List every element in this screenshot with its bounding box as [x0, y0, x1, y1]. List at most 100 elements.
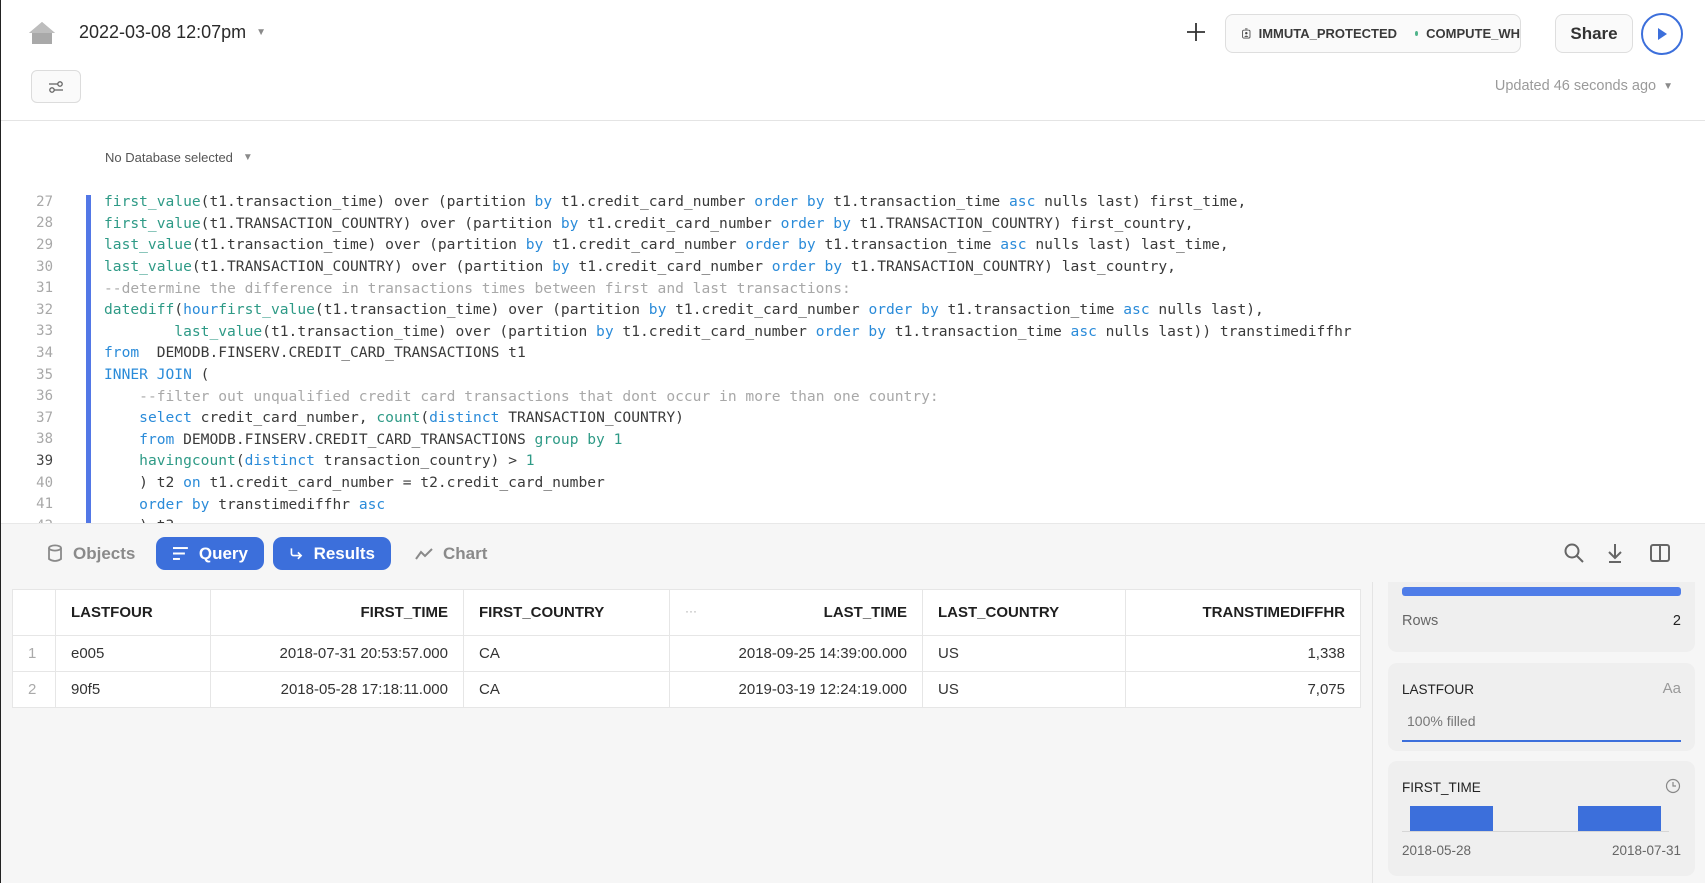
sql-text: ( [420, 409, 430, 427]
sql-text: ( [174, 301, 184, 319]
cell-last-country[interactable]: US [922, 671, 1126, 708]
column-header-last-time[interactable]: ··· LAST_TIME [669, 589, 923, 636]
tab-chart[interactable]: Chart [399, 537, 503, 570]
sql-function: group by 1 [534, 430, 623, 448]
cell-last-country[interactable]: US [922, 635, 1126, 672]
chevron-down-icon: ▼ [242, 152, 253, 163]
column-stats-first-time[interactable]: FIRST_TIME 2018-05-28 2018-07-31 [1388, 761, 1695, 876]
cell-first-time[interactable]: 2018-05-28 17:18:11.000 [210, 671, 464, 708]
home-icon[interactable] [27, 20, 57, 46]
tab-results[interactable]: Results [273, 537, 391, 570]
sql-keyword: by [560, 214, 579, 232]
code-text: last_value(t1.TRANSACTION_COUNTRY) over … [104, 258, 1176, 275]
histogram-max-label: 2018-07-31 [1611, 843, 1681, 858]
tab-objects[interactable]: Objects [31, 537, 151, 570]
cell-first-country[interactable]: CA [463, 635, 670, 672]
share-button[interactable]: Share [1555, 14, 1633, 53]
split-panel-icon [1650, 544, 1670, 562]
code-line[interactable]: 30 last_value(t1.TRANSACTION_COUNTRY) ove… [1, 256, 1176, 278]
column-header-first-country[interactable]: FIRST_COUNTRY [463, 589, 670, 636]
code-text: ) t2 on t1.credit_card_number = t2.credi… [104, 474, 605, 491]
database-icon [48, 544, 62, 562]
download-button[interactable] [1603, 541, 1627, 565]
code-line[interactable]: 42 ) t3 [1, 515, 174, 523]
sql-text: t1.TRANSACTION_COUNTRY) last_country, [842, 258, 1176, 276]
rows-label: Rows [1402, 613, 1439, 629]
sql-text: credit_card_number, [191, 409, 377, 427]
tab-chart-label: Chart [443, 543, 488, 563]
sql-text: t1.credit_card_number [578, 214, 781, 232]
sql-text: transaction_country) > [314, 452, 526, 470]
code-line[interactable]: 38 from DEMODB.FINSERV.CREDIT_CARD_TRANS… [1, 429, 622, 451]
sql-function: last_value [104, 236, 192, 254]
code-text: INNER JOIN ( [104, 366, 209, 383]
cell-first-time[interactable]: 2018-07-31 20:53:57.000 [210, 635, 464, 672]
code-line[interactable]: 41 order by transtimediffhr asc [1, 493, 385, 515]
code-line[interactable]: 37 select credit_card_number, count(dist… [1, 407, 684, 429]
column-header-transtimediffhr[interactable]: TRANSTIMEDIFFHR [1125, 589, 1361, 636]
code-line[interactable]: 39 havingcount(distinct transaction_coun… [1, 450, 534, 472]
column-header-lastfour[interactable]: LASTFOUR [55, 589, 211, 636]
sql-text: t1.credit_card_number [613, 322, 816, 340]
column-stats-lastfour[interactable]: LASTFOUR Aa 100% filled [1388, 663, 1695, 751]
run-button[interactable] [1641, 13, 1683, 55]
database-selector[interactable]: No Database selected ▼ [105, 150, 253, 165]
role-name: IMMUTA_PROTECTED [1258, 26, 1398, 41]
cell-first-country[interactable]: CA [463, 671, 670, 708]
sql-keyword: select [139, 409, 192, 427]
line-number: 30 [36, 258, 53, 275]
code-line[interactable]: 40 ) t2 on t1.credit_card_number = t2.cr… [1, 472, 605, 494]
cell-transtimediffhr[interactable]: 7,075 [1125, 671, 1361, 708]
code-line[interactable]: 35 INNER JOIN ( [1, 364, 209, 386]
sql-keyword: order by [771, 258, 843, 276]
sql-function: first_value [218, 301, 315, 319]
sql-text: (t1.transaction_time) over (partition [314, 301, 649, 319]
code-line[interactable]: 27 first_value(t1.transaction_time) over … [1, 191, 1246, 213]
sql-editor[interactable]: 27 first_value(t1.transaction_time) over … [1, 191, 1705, 523]
tab-results-label: Results [313, 543, 375, 563]
filter-settings-icon [49, 80, 63, 93]
worksheet-title[interactable]: 2022-03-08 12:07pm ▼ [79, 22, 266, 43]
tab-query[interactable]: Query [156, 537, 264, 570]
sql-keyword: by [552, 258, 570, 276]
chevron-down-icon: ▼ [1663, 80, 1673, 92]
code-line[interactable]: 34 from DEMODB.FINSERV.CREDIT_CARD_TRANSA… [1, 342, 526, 364]
sql-text: ) t2 [104, 474, 184, 492]
code-line[interactable]: 32 datediff(hourfirst_value(t1.transactio… [1, 299, 1264, 321]
sql-keyword: order by [745, 236, 816, 254]
cell-lastfour[interactable]: e005 [55, 635, 211, 672]
sql-text: nulls last) first_time, [1035, 193, 1247, 211]
role-warehouse-selector[interactable]: IMMUTA_PROTECTED COMPUTE_WH [1225, 14, 1521, 53]
table-row[interactable]: 1 e005 2018-07-31 20:53:57.000 CA 2018-09-25… [12, 635, 1361, 672]
code-line[interactable]: 36 --filter out unqualified credit card … [1, 385, 939, 407]
column-header-last-country[interactable]: LAST_COUNTRY [922, 589, 1126, 636]
search-results-button[interactable] [1562, 541, 1586, 565]
cell-last-time[interactable]: 2018-09-25 14:39:00.000 [669, 635, 923, 672]
toggle-stats-panel-button[interactable] [1648, 541, 1672, 565]
cell-last-time[interactable]: 2019-03-19 12:24:19.000 [669, 671, 923, 708]
sql-text: t1.credit_card_number [666, 301, 869, 319]
add-button[interactable] [1181, 17, 1211, 47]
column-menu-icon[interactable]: ··· [685, 604, 697, 618]
cell-transtimediffhr[interactable]: 1,338 [1125, 635, 1361, 672]
sql-keyword: by [534, 193, 553, 211]
code-text: --filter out unqualified credit card tra… [104, 388, 939, 405]
filter-settings-button[interactable] [31, 70, 81, 103]
code-line[interactable]: 29 last_value(t1.transaction_time) over (… [1, 234, 1229, 256]
column-header-last-time-label: LAST_TIME [823, 604, 907, 621]
table-row[interactable]: 2 90f5 2018-05-28 17:18:11.000 CA 2019-03-19… [12, 671, 1361, 708]
cell-lastfour[interactable]: 90f5 [55, 671, 211, 708]
code-line[interactable]: 31 --determine the difference in transact… [1, 277, 851, 299]
code-text: from DEMODB.FINSERV.CREDIT_CARD_TRANSACT… [104, 344, 526, 361]
line-number: 41 [36, 496, 53, 513]
code-line[interactable]: 28 first_value(t1.TRANSACTION_COUNTRY) ov… [1, 213, 1193, 235]
sql-keyword: by [596, 322, 614, 340]
plus-icon [1187, 23, 1205, 41]
updated-status[interactable]: Updated 46 seconds ago ▼ [1495, 78, 1673, 94]
run-play-icon [1658, 28, 1667, 40]
database-selector-label: No Database selected [105, 150, 233, 165]
role-badge-icon [1242, 28, 1251, 39]
column-header-first-time[interactable]: FIRST_TIME [210, 589, 464, 636]
code-line[interactable]: 33 last_value(t1.transaction_time) over … [1, 321, 1352, 343]
